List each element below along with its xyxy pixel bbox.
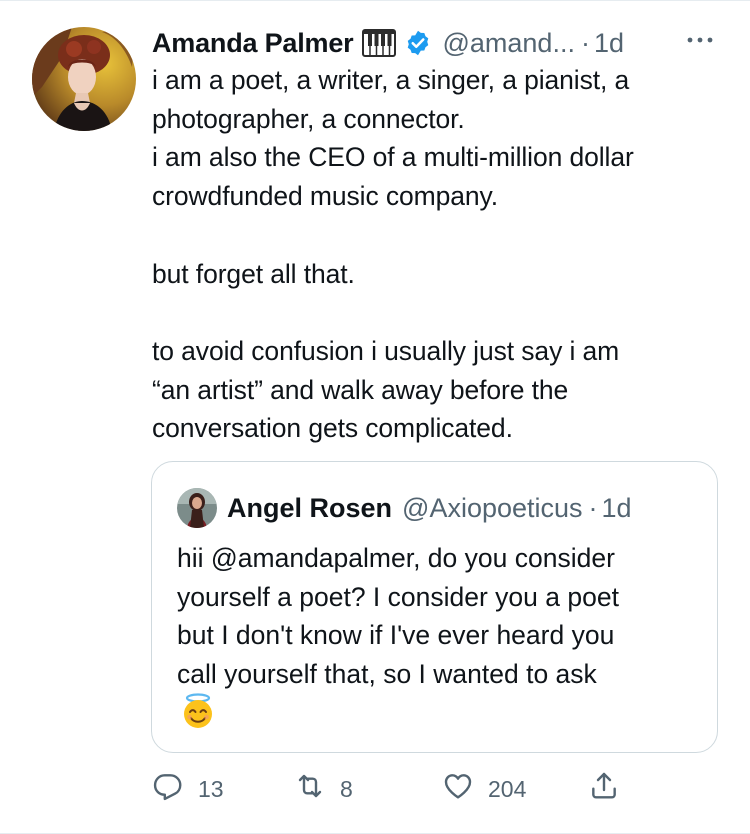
author-name[interactable]: Amanda Palmer: [152, 28, 354, 59]
avatar[interactable]: [32, 27, 136, 131]
like-icon: [442, 770, 474, 808]
verified-badge-icon: [404, 29, 432, 57]
tweet-header: Amanda Palmer @amand... · 1d: [152, 23, 624, 63]
quoted-tweet[interactable]: Angel Rosen @Axiopoeticus · 1d hii @aman…: [151, 461, 718, 753]
quoted-avatar[interactable]: [177, 488, 217, 528]
like-button[interactable]: 204: [442, 769, 526, 809]
reply-count: 13: [198, 775, 224, 802]
like-count: 204: [488, 775, 527, 802]
header-separator: ·: [580, 27, 590, 58]
reply-icon: [152, 770, 184, 808]
action-bar: 13 8 204: [152, 769, 632, 809]
piano-emoji-icon: [362, 28, 397, 58]
tweet-text: i am a poet, a writer, a singer, a piani…: [152, 65, 634, 444]
share-button[interactable]: [588, 769, 620, 809]
quoted-separator: ·: [588, 492, 598, 523]
author-handle[interactable]: @amand...: [442, 28, 574, 59]
retweet-icon: [294, 770, 326, 808]
timestamp[interactable]: 1d: [594, 28, 624, 59]
retweet-count: 8: [340, 775, 353, 802]
quoted-author-handle[interactable]: @Axiopoeticus: [402, 493, 583, 524]
quoted-text: hii @amandapalmer, do you consider yours…: [177, 543, 619, 690]
reply-button[interactable]: 13: [152, 769, 224, 809]
retweet-button[interactable]: 8: [294, 769, 353, 809]
quoted-author-name[interactable]: Angel Rosen: [227, 493, 392, 524]
quoted-timestamp[interactable]: 1d: [602, 493, 632, 524]
quoted-header: Angel Rosen @Axiopoeticus · 1d: [227, 488, 632, 528]
more-options-icon[interactable]: [680, 25, 720, 55]
tweet[interactable]: Amanda Palmer @amand... · 1d i am a poet…: [0, 0, 750, 834]
share-icon: [588, 770, 620, 808]
smiling-face-with-halo-icon: [180, 693, 216, 729]
